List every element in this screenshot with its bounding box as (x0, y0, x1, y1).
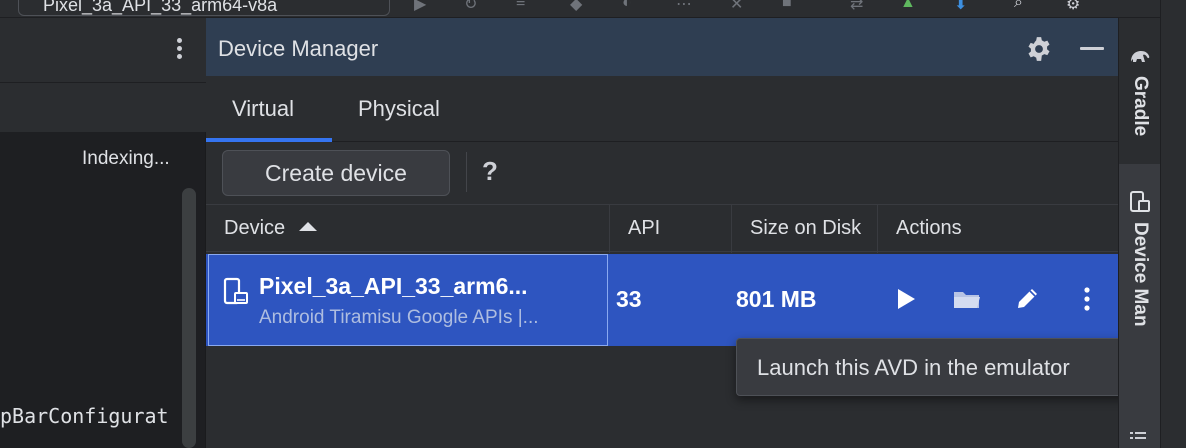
attach-debugger-icon[interactable]: ⋯ (676, 0, 698, 13)
column-header-actions: Actions (896, 217, 962, 239)
sync-icon[interactable]: ⇄ (850, 0, 872, 13)
minimize-icon[interactable] (1080, 47, 1104, 50)
structure-list-icon[interactable] (1130, 430, 1146, 444)
profile-icon[interactable]: ◐ (622, 0, 644, 12)
device-manager-tool-button[interactable]: Device Man (1119, 164, 1161, 448)
more-options-icon[interactable] (172, 38, 186, 62)
more-actions-icon[interactable] (1070, 282, 1104, 316)
settings-icon[interactable]: ⚙ (1066, 0, 1088, 13)
indexing-status: Indexing... (82, 148, 170, 169)
run-configuration-selector[interactable]: Pixel_3a_API_33_arm64-v8a (18, 0, 390, 16)
tooltip-text: Launch this AVD in the emulator (757, 355, 1070, 380)
device-manager-icon (1130, 191, 1150, 212)
help-icon[interactable]: ? (482, 156, 498, 187)
sdk-manager-icon[interactable]: ⬇ (954, 0, 976, 13)
project-panel (0, 18, 206, 448)
table-header: Device API Size on Disk Actions (206, 204, 1118, 253)
device-manager-title-bar: Device Manager (206, 18, 1118, 76)
device-cell[interactable]: Pixel_3a_API_33_arm6... Android Tiramisu… (208, 254, 608, 346)
edit-pencil-icon[interactable] (1010, 282, 1044, 316)
coverage-icon[interactable]: ✕ (730, 0, 752, 13)
device-table: Device API Size on Disk Actions Pixel_3a… (206, 204, 1118, 448)
show-on-disk-folder-icon[interactable] (950, 282, 984, 316)
debug-icon[interactable]: ◆ (570, 0, 592, 13)
stop-icon[interactable]: ■ (782, 0, 804, 12)
tab-virtual[interactable]: Virtual (232, 96, 294, 122)
launch-play-icon[interactable] (888, 282, 922, 316)
device-api-level: 33 (616, 286, 642, 312)
phone-device-icon (223, 277, 248, 305)
selected-tab-indicator (206, 138, 332, 142)
search-icon[interactable]: ⌕ (1014, 0, 1036, 12)
device-manager-label: Device Man (1130, 222, 1151, 327)
launch-tooltip: Launch this AVD in the emulator (736, 338, 1176, 396)
table-row[interactable]: Pixel_3a_API_33_arm6... Android Tiramisu… (206, 254, 1118, 346)
apply-changes-icon[interactable]: ↻ (464, 0, 486, 13)
main-toolbar: Pixel_3a_API_33_arm64-v8a ▶ ↻ ≡ ◆ ◐ ⋯ ✕ … (0, 0, 1186, 18)
gradle-label: Gradle (1130, 76, 1151, 137)
project-panel-subheader (0, 82, 206, 132)
right-tool-window-bar: Gradle Device Man (1118, 18, 1161, 448)
sort-ascending-icon (299, 222, 318, 231)
column-header-size[interactable]: Size on Disk (732, 205, 878, 253)
tab-physical[interactable]: Physical (358, 96, 440, 122)
create-device-button[interactable]: Create device (222, 150, 450, 196)
project-panel-header (0, 18, 206, 82)
run-configuration-label: Pixel_3a_API_33_arm64-v8a (43, 0, 278, 15)
window-edge (1160, 0, 1186, 448)
device-size-on-disk: 801 MB (736, 286, 817, 312)
code-fragment: pBarConfigurat (0, 404, 169, 428)
device-name: Pixel_3a_API_33_arm6... (259, 273, 528, 299)
device-tabs: Virtual Physical (206, 76, 1118, 142)
panel-title: Device Manager (218, 36, 379, 61)
toolbar-separator (466, 152, 467, 192)
column-header-device[interactable]: Device (206, 205, 610, 253)
avd-manager-icon[interactable]: ▲ (900, 0, 922, 12)
gradle-tool-button[interactable]: Gradle (1119, 36, 1161, 176)
gear-icon[interactable] (1026, 36, 1052, 62)
run-icon[interactable]: ▶ (414, 0, 436, 13)
column-header-api[interactable]: API (610, 205, 732, 253)
apply-code-changes-icon[interactable]: ≡ (516, 0, 538, 12)
device-description: Android Tiramisu Google APIs |... (259, 307, 539, 328)
gradle-elephant-icon (1131, 51, 1150, 62)
